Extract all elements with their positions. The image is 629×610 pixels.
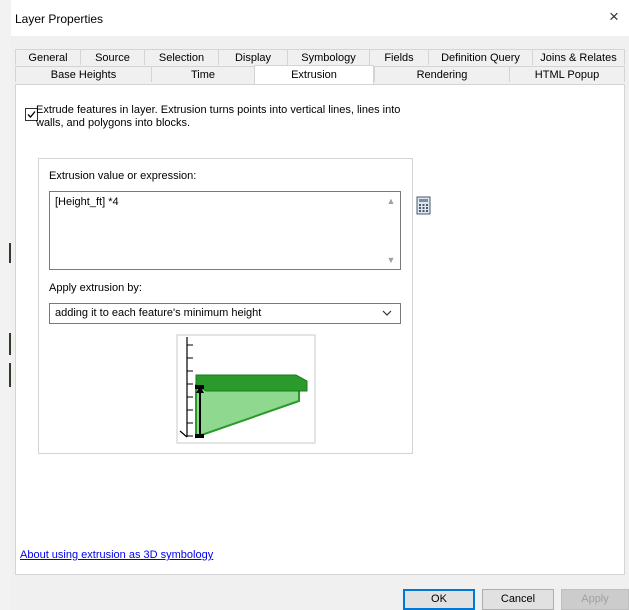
close-icon[interactable]: ×: [605, 8, 623, 26]
tab-fields[interactable]: Fields: [369, 49, 428, 65]
tab-time[interactable]: Time: [151, 66, 254, 82]
tab-general[interactable]: General: [15, 49, 80, 65]
tab-selection[interactable]: Selection: [144, 49, 218, 65]
extrusion-help-link[interactable]: About using extrusion as 3D symbology: [20, 549, 213, 561]
scroll-down-icon[interactable]: ▼: [385, 254, 397, 266]
tab-rendering[interactable]: Rendering: [374, 66, 509, 82]
expression-label: Extrusion value or expression:: [49, 170, 197, 182]
chevron-down-icon: [382, 310, 392, 316]
layer-properties-dialog: Layer Properties × General Source Select…: [11, 0, 629, 610]
title-bar[interactable]: Layer Properties ×: [11, 0, 629, 36]
extrude-checkbox-label: Extrude features in layer. Extrusion tur…: [36, 104, 401, 129]
tab-symbology[interactable]: Symbology: [287, 49, 369, 65]
tab-display[interactable]: Display: [218, 49, 287, 65]
scroll-up-icon[interactable]: ▲: [385, 195, 397, 207]
tab-definition-query[interactable]: Definition Query: [428, 49, 532, 65]
tab-html-popup[interactable]: HTML Popup: [509, 66, 625, 82]
apply-button[interactable]: Apply: [561, 589, 629, 610]
dialog-title: Layer Properties: [15, 12, 104, 26]
expression-builder-button[interactable]: [414, 195, 434, 216]
extrusion-panel: Extrude features in layer. Extrusion tur…: [15, 84, 625, 575]
extrusion-illustration: [176, 333, 316, 445]
apply-extrusion-label: Apply extrusion by:: [49, 282, 142, 294]
expression-textarea[interactable]: [Height_ft] *4 ▲ ▼: [49, 191, 401, 270]
extrusion-group-box: Extrusion value or expression: [Height_f…: [38, 158, 431, 454]
expression-value: [Height_ft] *4: [55, 196, 119, 208]
background-app-strip: [0, 0, 12, 610]
tab-extrusion[interactable]: Extrusion: [254, 65, 374, 85]
apply-extrusion-select[interactable]: adding it to each feature's minimum heig…: [49, 303, 401, 324]
tab-source[interactable]: Source: [80, 49, 144, 65]
tab-joins-relates[interactable]: Joins & Relates: [532, 49, 625, 65]
calculator-icon: [416, 196, 431, 215]
cancel-button[interactable]: Cancel: [482, 589, 554, 610]
ok-button[interactable]: OK: [403, 589, 475, 610]
tab-base-heights[interactable]: Base Heights: [15, 66, 151, 82]
apply-extrusion-value: adding it to each feature's minimum heig…: [55, 307, 262, 319]
